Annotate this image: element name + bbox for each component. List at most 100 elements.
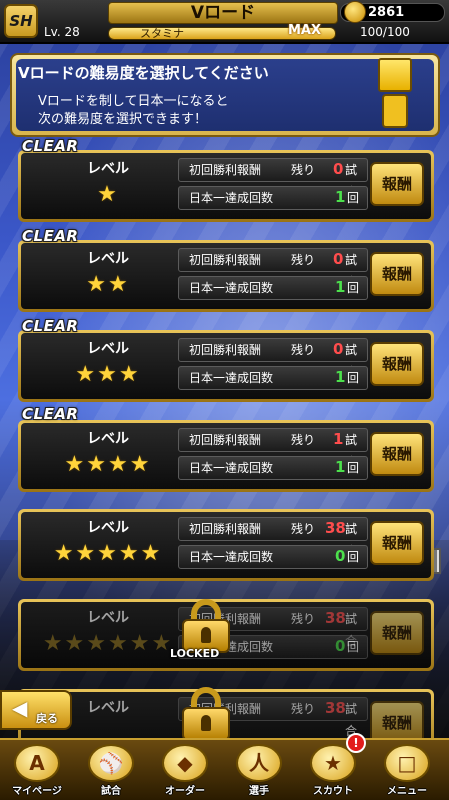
first-win-reward-label: 初回勝利報酬 — [189, 253, 262, 267]
level-label: レベル — [87, 251, 129, 267]
mascot-character — [372, 58, 418, 132]
player-level: Lv. 28 — [44, 25, 80, 39]
back-arrow-icon: ◀ — [12, 696, 28, 720]
level-card[interactable]: レベル ★★★★★ 初回勝利報酬 残り 38 試合 日本一達成回数 0 回 報酬 — [18, 509, 434, 581]
nav-match-label: 試合 — [101, 786, 121, 797]
championship-count: 1 — [335, 188, 346, 206]
championship-count-row: 日本一達成回数 1 回 — [178, 186, 368, 210]
first-win-reward-row: 初回勝利報酬 残り 0 試合 — [178, 158, 368, 199]
reward-button[interactable]: 報酬 — [370, 432, 424, 476]
nav-players-icon: 人 — [236, 744, 282, 782]
remaining-label: 残り — [291, 253, 316, 267]
championship-unit: 回 — [347, 191, 360, 205]
first-win-reward-row: 初回勝利報酬 残り 1 試合 — [178, 428, 368, 469]
level-card[interactable]: レベル ★ 初回勝利報酬 残り 0 試合 日本一達成回数 1 回 報酬 — [18, 150, 434, 222]
level-card[interactable]: レベル ★★★★ 初回勝利報酬 残り 1 試合 日本一達成回数 1 回 報酬 — [18, 420, 434, 492]
nav-order-label: オーダー — [165, 786, 205, 797]
nav-mypage-button[interactable]: A マイページ — [2, 742, 72, 798]
level-card[interactable]: レベル ★★ 初回勝利報酬 残り 0 試合 日本一達成回数 1 回 報酬 — [18, 240, 434, 312]
remaining-label: 残り — [291, 343, 316, 357]
level-label: レベル — [87, 700, 129, 716]
first-win-reward-label: 初回勝利報酬 — [189, 343, 262, 357]
level-label: レベル — [87, 610, 129, 626]
championship-count-label: 日本一達成回数 — [189, 191, 274, 205]
stamina-label: スタミナ — [140, 27, 184, 40]
championship-count-row: 日本一達成回数 1 回 — [178, 366, 368, 390]
team-logo: SH — [4, 4, 38, 38]
championship-count-row: 日本一達成回数 1 回 — [178, 456, 368, 480]
nav-match-button[interactable]: ⚾ 試合 — [76, 742, 146, 798]
scout-notification-badge: ! — [346, 733, 366, 753]
nav-players-label: 選手 — [249, 786, 269, 797]
stamina-value: 100/100 — [360, 25, 410, 39]
clear-tag: CLEAR — [22, 405, 79, 423]
remaining-games-count: 0 — [333, 250, 344, 268]
coin-icon — [344, 1, 366, 23]
difficulty-stars: ★★★ — [75, 362, 141, 387]
clear-tag: CLEAR — [22, 137, 79, 155]
championship-count: 1 — [335, 458, 346, 476]
nav-mypage-icon: A — [14, 744, 60, 782]
nav-scout-label: スカウト — [313, 786, 353, 797]
nav-order-button[interactable]: ◆ オーダー — [150, 742, 220, 798]
championship-count: 0 — [335, 547, 346, 565]
championship-count-label: 日本一達成回数 — [189, 550, 274, 564]
reward-button[interactable]: 報酬 — [370, 521, 424, 565]
mascot-body — [382, 94, 408, 128]
reward-button[interactable]: 報酬 — [370, 342, 424, 386]
championship-unit: 回 — [347, 640, 360, 654]
nav-menu-icon: □ — [384, 744, 430, 782]
level-label: レベル — [87, 341, 129, 357]
padlock-keyhole — [201, 715, 211, 731]
championship-unit: 回 — [347, 371, 360, 385]
instruction-title: Vロードの難易度を選択してください — [18, 64, 269, 82]
instruction-line-1: Vロードを制して日本一になると — [38, 94, 229, 109]
stamina-max-label: MAX — [288, 23, 322, 38]
remaining-games-count: 38 — [325, 519, 346, 537]
first-win-reward-row: 初回勝利報酬 残り 0 試合 — [178, 338, 368, 379]
remaining-games-count: 38 — [325, 609, 346, 627]
championship-unit: 回 — [347, 461, 360, 475]
reward-button[interactable]: 報酬 — [370, 611, 424, 655]
championship-count-row: 日本一達成回数 1 回 — [178, 276, 368, 300]
difficulty-stars: ★ — [97, 182, 119, 207]
first-win-reward-row: 初回勝利報酬 残り 38 試合 — [178, 517, 368, 558]
level-label: レベル — [87, 161, 129, 177]
reward-button[interactable]: 報酬 — [370, 252, 424, 296]
difficulty-stars: ★★★★ — [64, 452, 152, 477]
clear-tag: CLEAR — [22, 317, 79, 335]
championship-count-label: 日本一達成回数 — [189, 371, 274, 385]
remaining-label: 残り — [291, 433, 316, 447]
championship-unit: 回 — [347, 281, 360, 295]
first-win-reward-label: 初回勝利報酬 — [189, 433, 262, 447]
level-card[interactable]: レベル ★★★ 初回勝利報酬 残り 0 試合 日本一達成回数 1 回 報酬 — [18, 330, 434, 402]
remaining-label: 残り — [291, 702, 316, 716]
championship-count: 0 — [335, 637, 346, 655]
championship-count-label: 日本一達成回数 — [189, 281, 274, 295]
nav-players-button[interactable]: 人 選手 — [224, 742, 294, 798]
difficulty-stars: ★★ — [86, 272, 130, 297]
remaining-games-count: 38 — [325, 699, 346, 717]
remaining-games-count: 0 — [333, 340, 344, 358]
nav-mypage-label: マイページ — [12, 786, 62, 797]
difficulty-stars: ★★★★★ — [53, 541, 163, 566]
reward-button[interactable]: 報酬 — [370, 162, 424, 206]
remaining-label: 残り — [291, 163, 316, 177]
instruction-line-2: 次の難易度を選択できます！ — [38, 112, 208, 127]
remaining-label: 残り — [291, 522, 316, 536]
back-label: 戻る — [36, 712, 58, 725]
level-value: 28 — [64, 25, 80, 39]
first-win-reward-row: 初回勝利報酬 残り 0 試合 — [178, 248, 368, 289]
nav-order-icon: ◆ — [162, 744, 208, 782]
championship-count: 1 — [335, 278, 346, 296]
remaining-games-count: 0 — [333, 160, 344, 178]
back-button[interactable]: ◀ 戻る — [0, 690, 72, 730]
nav-menu-button[interactable]: □ メニュー — [372, 742, 442, 798]
championship-count-label: 日本一達成回数 — [189, 461, 274, 475]
clear-tag: CLEAR — [22, 227, 79, 245]
remaining-games-count: 1 — [333, 430, 344, 448]
level-label: レベル — [87, 520, 129, 536]
championship-count: 1 — [335, 368, 346, 386]
nav-match-icon: ⚾ — [88, 744, 134, 782]
locked-label: LOCKED — [170, 647, 220, 660]
